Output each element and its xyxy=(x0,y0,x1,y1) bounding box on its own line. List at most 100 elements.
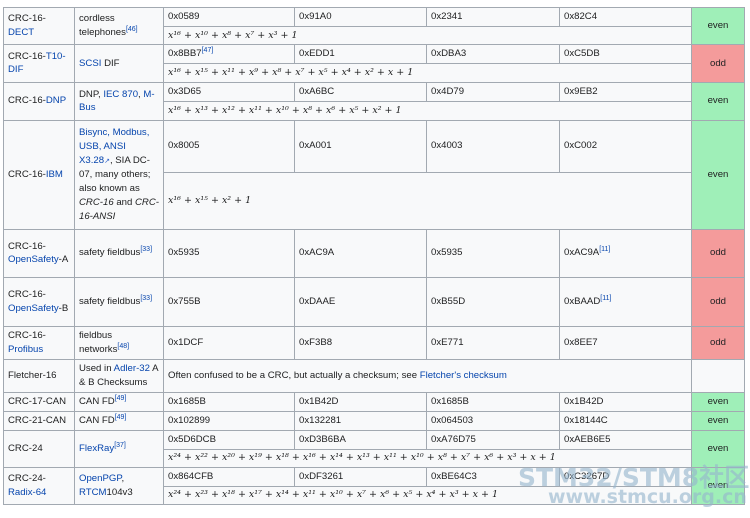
normal-cell: 0x755B xyxy=(163,276,295,327)
reciprocal-cell: 0xDBA3 xyxy=(426,44,560,64)
reversed-reciprocal-cell: 0xC5DB xyxy=(559,44,692,64)
parity-cell-empty xyxy=(691,358,745,393)
crc-name-link[interactable]: Profibus xyxy=(8,344,43,355)
parity-cell: odd xyxy=(691,44,745,83)
table-row: CRC-24 FlexRay[37] 0x5D6DCB 0xD3B6BA 0xA… xyxy=(3,429,745,468)
table-row: CRC-16-DECT cordless telephones[46] 0x05… xyxy=(3,7,745,45)
table-row: CRC-16-Profibus fieldbus networks[48] 0x… xyxy=(3,325,745,360)
polynomial-cell: x¹⁶ + x¹³ + x¹² + x¹¹ + x¹⁰ + x⁸ + x⁶ + … xyxy=(163,100,692,121)
citation-link[interactable]: [46] xyxy=(126,26,138,33)
crc-name-cell: CRC-24-Radix-64 xyxy=(3,466,75,505)
table-row: CRC-16-IBM Bisync, Modbus, USB, ANSI X3.… xyxy=(3,119,745,230)
polynomial-cell: x¹⁶ + x¹⁵ + x² + 1 xyxy=(163,171,692,230)
table-row: CRC-16-OpenSafety-A safety fieldbus[33] … xyxy=(3,228,745,278)
normal-cell: 0x1685B xyxy=(163,391,295,412)
citation-link[interactable]: [33] xyxy=(140,295,152,302)
reversed-cell: 0xEDD1 xyxy=(294,44,427,64)
reversed-cell: 0xD3B6BA xyxy=(294,429,427,450)
crc-name-cell: CRC-24 xyxy=(3,429,75,468)
use-cell: OpenPGP, RTCM104v3 xyxy=(74,466,164,505)
use-cell: fieldbus networks[48] xyxy=(74,325,164,360)
use-link[interactable]: SCSI xyxy=(79,58,101,69)
reciprocal-cell: 0x4003 xyxy=(426,119,560,173)
crc-name-link[interactable]: OpenSafety xyxy=(8,303,59,314)
crc-name-link[interactable]: IBM xyxy=(46,169,63,180)
reversed-cell: 0x132281 xyxy=(294,410,427,431)
use-cell: CAN FD[49] xyxy=(74,391,164,412)
reversed-cell: 0x1B42D xyxy=(294,391,427,412)
use-cell: Bisync, Modbus, USB, ANSI X3.28↗, SIA DC… xyxy=(74,119,164,230)
parity-cell: odd xyxy=(691,228,745,278)
crc-name-link[interactable]: Radix-64 xyxy=(8,487,46,498)
reciprocal-cell: 0xB55D xyxy=(426,276,560,327)
citation-link[interactable]: [47] xyxy=(202,47,214,54)
use-link[interactable]: IEC 870 xyxy=(103,89,138,100)
crc-name-cell: CRC-21-CAN xyxy=(3,410,75,431)
reversed-reciprocal-cell: 0xAEB6E5 xyxy=(559,429,692,450)
parity-cell: even xyxy=(691,81,745,121)
crc-name-link[interactable]: DNP xyxy=(46,95,66,106)
normal-cell: 0x3D65 xyxy=(163,81,295,102)
use-cell: SCSI DIF xyxy=(74,44,164,83)
parity-cell: odd xyxy=(691,276,745,327)
reciprocal-cell: 0xE771 xyxy=(426,325,560,360)
use-link[interactable]: Adler-32 xyxy=(114,363,150,374)
crc-name-cell: CRC-16-OpenSafety-B xyxy=(3,276,75,327)
table-row: Fletcher-16 Used in Adler-32 A & B Check… xyxy=(3,358,745,393)
normal-cell: 0x5935 xyxy=(163,228,295,278)
citation-link[interactable]: [48] xyxy=(117,343,129,350)
reciprocal-cell: 0xA76D75 xyxy=(426,429,560,450)
reversed-reciprocal-cell: 0xBAAD[11] xyxy=(559,276,692,327)
normal-cell: 0x0589 xyxy=(163,7,295,27)
fletchers-checksum-link[interactable]: Fletcher's checksum xyxy=(420,370,507,381)
use-link[interactable]: OpenPGP xyxy=(79,473,122,484)
normal-cell: 0x8BB7[47] xyxy=(163,44,295,64)
use-cell: FlexRay[37] xyxy=(74,429,164,468)
reversed-cell: 0xF3B8 xyxy=(294,325,427,360)
normal-cell: 0x8005 xyxy=(163,119,295,173)
crc-name-cell: CRC-16-IBM xyxy=(3,119,75,230)
crc-name-cell: CRC-16-DECT xyxy=(3,7,75,45)
use-cell: safety fieldbus[33] xyxy=(74,276,164,327)
parity-cell: odd xyxy=(691,325,745,360)
reversed-reciprocal-cell: 0xAC9A[11] xyxy=(559,228,692,278)
citation-link[interactable]: [33] xyxy=(140,246,152,253)
polynomial-cell: x¹⁶ + x¹⁵ + x¹¹ + x⁹ + x⁸ + x⁷ + x⁵ + x⁴… xyxy=(163,62,692,83)
reversed-reciprocal-cell: 0x1B42D xyxy=(559,391,692,412)
table-row: CRC-16-OpenSafety-B safety fieldbus[33] … xyxy=(3,276,745,327)
normal-cell: 0x864CFB xyxy=(163,466,295,487)
citation-link[interactable]: [49] xyxy=(115,395,127,402)
reciprocal-cell: 0x1685B xyxy=(426,391,560,412)
use-cell: Used in Adler-32 A & B Checksums xyxy=(74,358,164,393)
use-link[interactable]: FlexRay xyxy=(79,443,114,454)
crc-name-cell: Fletcher-16 xyxy=(3,358,75,393)
citation-link[interactable]: [49] xyxy=(115,414,127,421)
reversed-reciprocal-cell: 0x8EE7 xyxy=(559,325,692,360)
table-row: CRC-17-CAN CAN FD[49] 0x1685B 0x1B42D 0x… xyxy=(3,391,745,412)
citation-link[interactable]: [37] xyxy=(114,442,126,449)
crc-name-cell: CRC-16-T10-DIF xyxy=(3,44,75,83)
use-cell: cordless telephones[46] xyxy=(74,7,164,45)
normal-cell: 0x102899 xyxy=(163,410,295,431)
reversed-cell: 0xA6BC xyxy=(294,81,427,102)
citation-link[interactable]: [11] xyxy=(600,295,611,302)
table-row: CRC-16-T10-DIF SCSI DIF 0x8BB7[47] 0xEDD… xyxy=(3,44,745,83)
crc-name-link[interactable]: OpenSafety xyxy=(8,254,59,265)
use-link[interactable]: RTCM xyxy=(79,487,107,498)
crc-name-cell: CRC-16-OpenSafety-A xyxy=(3,228,75,278)
crc-name-cell: CRC-17-CAN xyxy=(3,391,75,412)
citation-link[interactable]: [11] xyxy=(599,246,610,253)
reversed-reciprocal-cell: 0x9EB2 xyxy=(559,81,692,102)
use-cell: CAN FD[49] xyxy=(74,410,164,431)
reversed-cell: 0xDF3261 xyxy=(294,466,427,487)
reciprocal-cell: 0x064503 xyxy=(426,410,560,431)
reversed-reciprocal-cell: 0x82C4 xyxy=(559,7,692,27)
parity-cell: even xyxy=(691,7,745,45)
reversed-cell: 0x91A0 xyxy=(294,7,427,27)
parity-cell: even xyxy=(691,391,745,412)
reversed-reciprocal-cell: 0xC002 xyxy=(559,119,692,173)
reversed-cell: 0xA001 xyxy=(294,119,427,173)
crc-name-link[interactable]: DECT xyxy=(8,27,34,38)
reversed-reciprocal-cell: 0x18144C xyxy=(559,410,692,431)
normal-cell: 0x5D6DCB xyxy=(163,429,295,450)
